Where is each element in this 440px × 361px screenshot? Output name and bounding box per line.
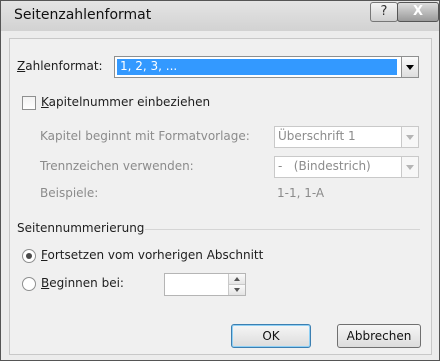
dialog-window: Seitenzahlenformat ? X Zahlenformat: 1, … xyxy=(0,0,440,361)
title-bar[interactable]: Seitenzahlenformat ? X xyxy=(1,1,439,31)
help-button[interactable]: ? xyxy=(370,2,398,22)
separator-dropdown-button[interactable] xyxy=(401,157,418,177)
zahlenformat-label: Zahlenformat: xyxy=(17,59,103,73)
dialog-title: Seitenzahlenformat xyxy=(14,7,152,23)
start-at-radio-label[interactable]: Beginnen bei: xyxy=(41,276,124,290)
start-at-spinner[interactable] xyxy=(164,273,246,296)
continue-radio[interactable] xyxy=(22,249,36,263)
chevron-down-icon xyxy=(406,65,414,70)
zahlenformat-select[interactable]: 1, 2, 3, ... xyxy=(114,56,419,78)
close-button[interactable]: X xyxy=(397,2,439,22)
separator-select[interactable]: - (Bindestrich) xyxy=(274,156,419,178)
spin-down-button[interactable] xyxy=(229,285,245,295)
kapitelnummer-label[interactable]: Kapitelnummer einbeziehen xyxy=(41,95,210,109)
separator-label: Trennzeichen verwenden: xyxy=(40,159,194,173)
kapitel-style-value: Überschrift 1 xyxy=(278,129,356,143)
kapitel-style-label: Kapitel beginnt mit Formatvorlage: xyxy=(40,129,250,143)
kapitelnummer-checkbox[interactable] xyxy=(22,96,36,110)
group-divider xyxy=(145,229,420,230)
example-label: Beispiele: xyxy=(40,186,99,200)
continue-radio-label[interactable]: Fortsetzen vom vorherigen Abschnitt xyxy=(41,248,263,262)
seitennummerierung-group-label: Seitennummerierung xyxy=(17,221,145,235)
kapitel-style-select[interactable]: Überschrift 1 xyxy=(274,126,419,148)
ok-button[interactable]: OK xyxy=(231,324,311,348)
arrow-down-icon xyxy=(234,288,240,292)
start-at-radio[interactable] xyxy=(22,277,36,291)
chevron-down-icon xyxy=(406,165,414,170)
zahlenformat-value: 1, 2, 3, ... xyxy=(120,59,178,73)
chevron-down-icon xyxy=(406,135,414,140)
kapitel-style-dropdown-button[interactable] xyxy=(401,127,418,147)
example-value: 1-1, 1-A xyxy=(277,186,325,200)
arrow-up-icon xyxy=(234,277,240,281)
spin-up-button[interactable] xyxy=(229,274,245,285)
separator-value: - (Bindestrich) xyxy=(278,159,371,173)
spinner-buttons xyxy=(228,274,245,295)
cancel-button[interactable]: Abbrechen xyxy=(337,324,421,348)
zahlenformat-dropdown-button[interactable] xyxy=(401,57,418,77)
dialog-content: Zahlenformat: 1, 2, 3, ... Kapitelnummer… xyxy=(9,38,432,355)
